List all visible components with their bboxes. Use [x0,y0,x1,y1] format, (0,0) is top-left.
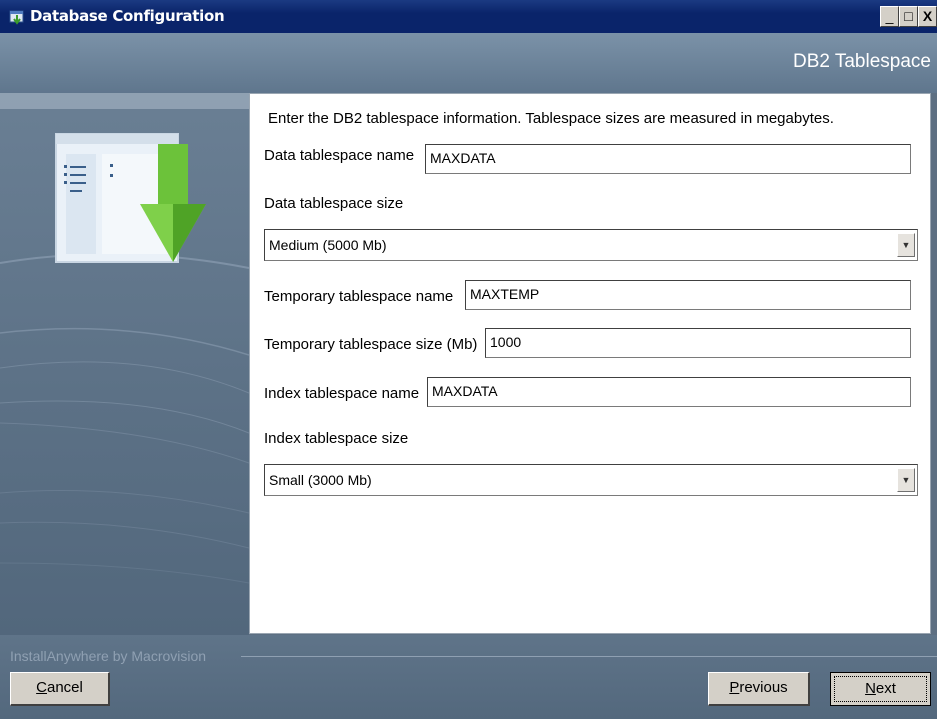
next-focus-ring: Next [834,676,927,702]
index-tablespace-size-value: Small (3000 Mb) [269,472,372,488]
close-button[interactable]: X [918,6,937,27]
page-header: DB2 Tablespace [0,33,937,93]
window-title: Database Configuration [30,7,225,25]
data-tablespace-size-label: Data tablespace size [264,195,404,212]
previous-label: revious [739,679,788,696]
maximize-button[interactable]: □ [899,6,918,27]
next-label: ext [875,680,896,697]
page-title: DB2 Tablespace [792,51,931,72]
cancel-mnemonic: C [36,679,47,696]
minimize-button[interactable]: _ [880,6,899,27]
cancel-button[interactable]: Cancel [10,672,110,706]
temp-tablespace-name-label: Temporary tablespace name [264,288,454,305]
index-tablespace-name-label: Index tablespace name [264,385,420,402]
footer-divider [241,656,937,657]
chevron-down-icon[interactable]: ▼ [897,233,915,257]
next-mnemonic: N [865,680,876,697]
previous-button[interactable]: Previous [708,672,810,706]
vendor-brand-text: InstallAnywhere by Macrovision [10,648,207,664]
data-tablespace-size-value: Medium (5000 Mb) [269,237,387,253]
chevron-down-icon[interactable]: ▼ [897,468,915,492]
title-bar[interactable]: Database Configuration _ □ X [0,0,937,33]
temp-tablespace-name-input[interactable]: MAXTEMP [465,280,911,310]
index-tablespace-name-input[interactable]: MAXDATA [427,377,911,407]
content-panel: Enter the DB2 tablespace information. Ta… [249,93,931,634]
previous-mnemonic: P [729,679,740,696]
data-tablespace-name-label: Data tablespace name [264,147,415,164]
intro-text: Enter the DB2 tablespace information. Ta… [268,110,834,127]
index-tablespace-size-label: Index tablespace size [264,430,409,447]
download-arrow-window-illustration [55,133,206,263]
left-decorative-panel [0,93,249,635]
temp-tablespace-size-label: Temporary tablespace size (Mb) [264,336,478,353]
next-button[interactable]: Next [830,672,931,706]
cancel-label: ancel [46,679,83,696]
footer: InstallAnywhere by Macrovision Cancel Pr… [0,635,937,719]
temp-tablespace-size-input[interactable]: 1000 [485,328,911,358]
data-tablespace-name-input[interactable]: MAXDATA [425,144,911,174]
installer-window-icon [9,10,24,25]
data-tablespace-size-select[interactable]: Medium (5000 Mb) ▼ [264,229,918,261]
index-tablespace-size-select[interactable]: Small (3000 Mb) ▼ [264,464,918,496]
